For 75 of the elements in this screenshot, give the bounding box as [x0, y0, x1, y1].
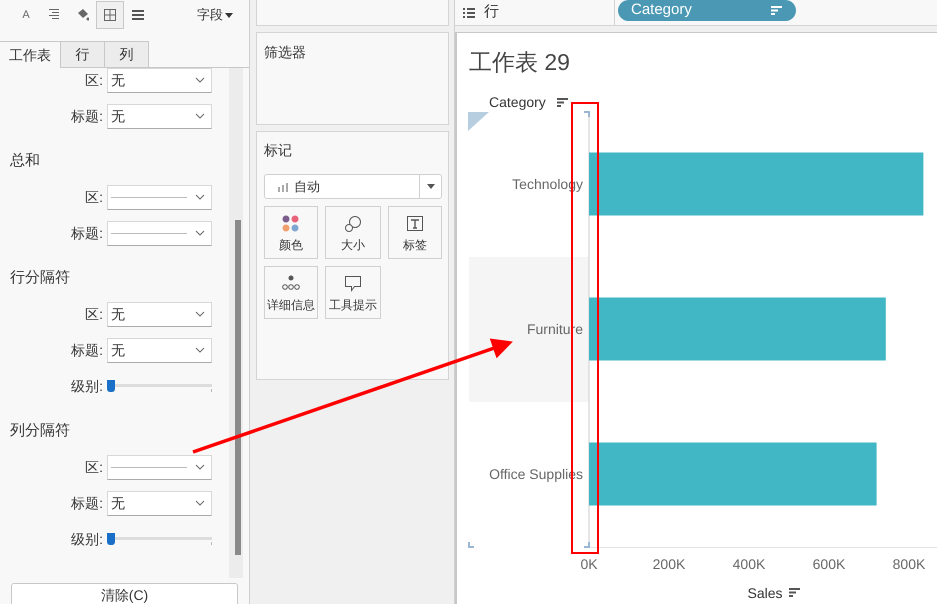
sort-icon — [771, 6, 782, 15]
worksheet-title: 工作表 29 — [469, 49, 570, 75]
tick-label: 600K — [812, 556, 846, 572]
lines-icon — [131, 8, 145, 22]
mark-type-value: 自动 — [294, 178, 321, 196]
mark-button[interactable]: 标签 — [388, 206, 442, 259]
clear-button[interactable]: 清除(C) — [11, 583, 238, 604]
filters-title: 筛选器 — [264, 44, 306, 60]
marks-title: 标记 — [264, 141, 293, 160]
text-box-icon — [406, 215, 424, 232]
circles-icon — [344, 215, 362, 232]
field-label: 标题: — [70, 224, 103, 242]
mark-type-dropdown[interactable]: 自动 — [264, 174, 442, 199]
tab[interactable]: 列 — [105, 41, 149, 67]
chevron-down-icon — [195, 311, 205, 317]
field-label: 区: — [84, 304, 103, 324]
sort-icon[interactable] — [557, 98, 568, 107]
slider-thumb[interactable] — [107, 533, 115, 545]
mark-button[interactable]: 工具提示 — [325, 266, 381, 319]
speech-bubble-icon — [344, 275, 362, 292]
toolbar-button[interactable] — [96, 1, 124, 29]
dots-icon — [282, 275, 300, 292]
corner-mark-icon — [468, 542, 474, 548]
field-label: 区: — [84, 70, 103, 90]
field-label: 标题: — [70, 494, 103, 512]
select-field[interactable]: 无 — [107, 68, 212, 92]
sort-icon[interactable] — [789, 588, 800, 597]
field-label: 区: — [84, 458, 103, 476]
chevron-down-icon — [195, 77, 205, 83]
axis-title: Sales — [747, 585, 783, 601]
align-icon — [47, 8, 61, 22]
tab[interactable]: 行 — [61, 41, 105, 67]
level-slider[interactable] — [107, 380, 212, 392]
caret-icon — [225, 12, 233, 18]
select-field[interactable]: 无 — [107, 104, 212, 128]
field-label: 级别: — [70, 530, 103, 548]
field-label: 标题: — [70, 340, 103, 360]
chevron-down-icon — [195, 500, 205, 506]
tick-label: 800K — [892, 556, 926, 572]
fields-menu[interactable]: 字段 — [197, 5, 233, 25]
level-slider[interactable] — [107, 533, 212, 545]
scrollbar-thumb[interactable] — [235, 220, 241, 555]
grid-icon — [103, 8, 117, 22]
chevron-down-icon — [195, 347, 205, 353]
chevron-down-icon — [195, 194, 205, 200]
tick-label: 400K — [732, 556, 766, 572]
bar-chart-icon — [278, 182, 288, 192]
tab[interactable]: 工作表 — [0, 41, 61, 68]
color-dots-icon — [282, 215, 300, 232]
axis-title: Category — [489, 94, 546, 110]
chevron-down-icon — [195, 113, 205, 119]
field-label: 区: — [84, 188, 103, 206]
mark-button[interactable]: 大小 — [325, 206, 381, 259]
list-icon — [463, 8, 475, 18]
section-heading: 总和 — [10, 150, 40, 171]
field-label: 标题: — [70, 106, 103, 126]
chevron-down-icon — [195, 464, 205, 470]
tick-label: 200K — [652, 556, 686, 572]
tick-label: 0K — [580, 556, 598, 572]
chevron-down-icon — [195, 230, 205, 236]
select-field[interactable]: 无 — [107, 302, 212, 326]
select-field[interactable]: 无 — [107, 338, 212, 362]
mark-button[interactable]: 详细信息 — [264, 266, 318, 319]
font-button[interactable]: A — [12, 1, 40, 29]
corner-mark-icon — [584, 111, 590, 117]
corner-mark-icon — [584, 542, 590, 548]
section-heading: 列分隔符 — [10, 420, 70, 441]
field-label: 级别: — [70, 376, 103, 396]
section-heading: 行分隔符 — [10, 268, 70, 288]
select-field[interactable]: 无 — [107, 490, 212, 516]
corner-marker-icon — [468, 112, 489, 131]
mark-button[interactable]: 颜色 — [264, 206, 318, 259]
caret-icon — [426, 184, 434, 189]
slider-thumb[interactable] — [107, 380, 115, 392]
rows-shelf-label: 行 — [484, 2, 499, 22]
